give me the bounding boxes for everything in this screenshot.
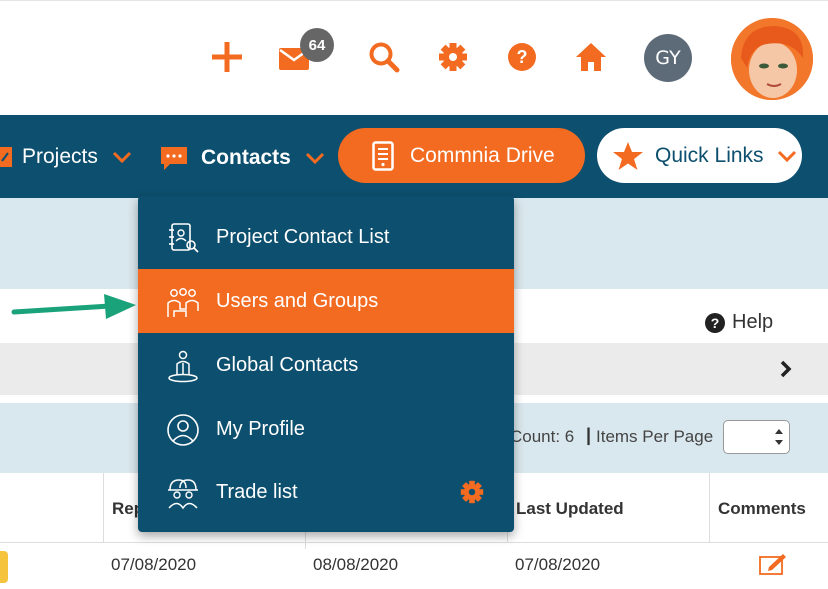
star-icon [613, 141, 643, 170]
projects-icon [0, 147, 12, 167]
menu-item-label: Trade list [216, 480, 298, 503]
user-avatar[interactable] [731, 18, 813, 100]
table-row: 07/08/2020 08/08/2020 07/08/2020 [0, 543, 828, 589]
column-header[interactable]: Last Updated [516, 499, 624, 519]
trade-list-icon [168, 479, 198, 510]
contacts-dropdown-menu: Project Contact List Users and Groups Gl… [138, 196, 514, 532]
column-divider [103, 473, 104, 543]
record-count: Count: 6 [510, 427, 575, 446]
home-icon[interactable] [573, 39, 609, 75]
top-bar: 64 ? GY [0, 0, 828, 115]
user-initials-avatar[interactable]: GY [644, 34, 692, 82]
contact-list-icon [169, 223, 199, 253]
menu-item-label: Global Contacts [216, 353, 359, 376]
commnia-drive-label: Commnia Drive [410, 143, 555, 167]
menu-item-project-contact-list[interactable]: Project Contact List [138, 205, 514, 269]
status-indicator [0, 551, 8, 583]
users-groups-icon [167, 288, 199, 317]
column-divider [305, 543, 306, 549]
gear-icon[interactable] [460, 480, 484, 504]
plus-icon[interactable] [209, 39, 245, 75]
drive-icon [372, 140, 394, 171]
menu-item-users-and-groups[interactable]: Users and Groups [138, 269, 514, 333]
gear-icon[interactable] [435, 39, 471, 75]
chevron-down-icon [305, 152, 324, 164]
svg-text:?: ? [711, 315, 720, 331]
help-link[interactable]: ? Help [705, 311, 773, 334]
help-label: Help [732, 311, 774, 333]
column-header[interactable]: Comments [718, 499, 806, 519]
quick-links-label: Quick Links [655, 143, 764, 167]
help-icon[interactable]: ? [504, 39, 540, 75]
nav-contacts-label: Contacts [201, 146, 291, 169]
profile-icon [167, 414, 199, 446]
mail-count-badge: 64 [300, 28, 334, 62]
annotation-arrow-icon [11, 294, 136, 319]
help-circle-icon: ? [705, 312, 725, 333]
global-contacts-icon [168, 350, 198, 383]
table-cell: 08/08/2020 [313, 555, 399, 574]
nav-projects-label: Projects [22, 145, 98, 168]
svg-text:?: ? [517, 47, 528, 67]
menu-item-global-contacts[interactable]: Global Contacts [138, 333, 514, 397]
stepper-arrows-icon[interactable] [773, 426, 785, 448]
nav-contacts[interactable]: Contacts [160, 145, 325, 171]
search-icon[interactable] [366, 39, 402, 75]
menu-item-my-profile[interactable]: My Profile [138, 397, 514, 461]
edit-comment-icon[interactable] [759, 553, 787, 575]
menu-item-trade-list[interactable]: Trade list [138, 460, 514, 524]
separator: | [586, 425, 592, 445]
table-cell: 07/08/2020 [515, 555, 601, 574]
chevron-right-icon[interactable] [779, 359, 793, 379]
menu-item-label: Users and Groups [216, 289, 379, 312]
items-per-page-label: Items Per Page [596, 427, 714, 446]
chat-icon [161, 147, 187, 170]
table-cell: 07/08/2020 [111, 555, 197, 574]
column-divider [709, 473, 710, 543]
menu-item-label: My Profile [216, 417, 305, 440]
commnia-drive-button[interactable]: Commnia Drive [338, 128, 585, 183]
menu-item-label: Project Contact List [216, 225, 390, 248]
chevron-down-icon [112, 151, 131, 163]
main-nav-bar: Projects Contacts Commnia Drive Quick Li… [0, 115, 828, 198]
items-per-page-stepper[interactable] [723, 420, 790, 454]
nav-projects[interactable]: Projects [0, 145, 132, 169]
chevron-down-icon [777, 150, 796, 162]
quick-links-button[interactable]: Quick Links [597, 128, 802, 183]
